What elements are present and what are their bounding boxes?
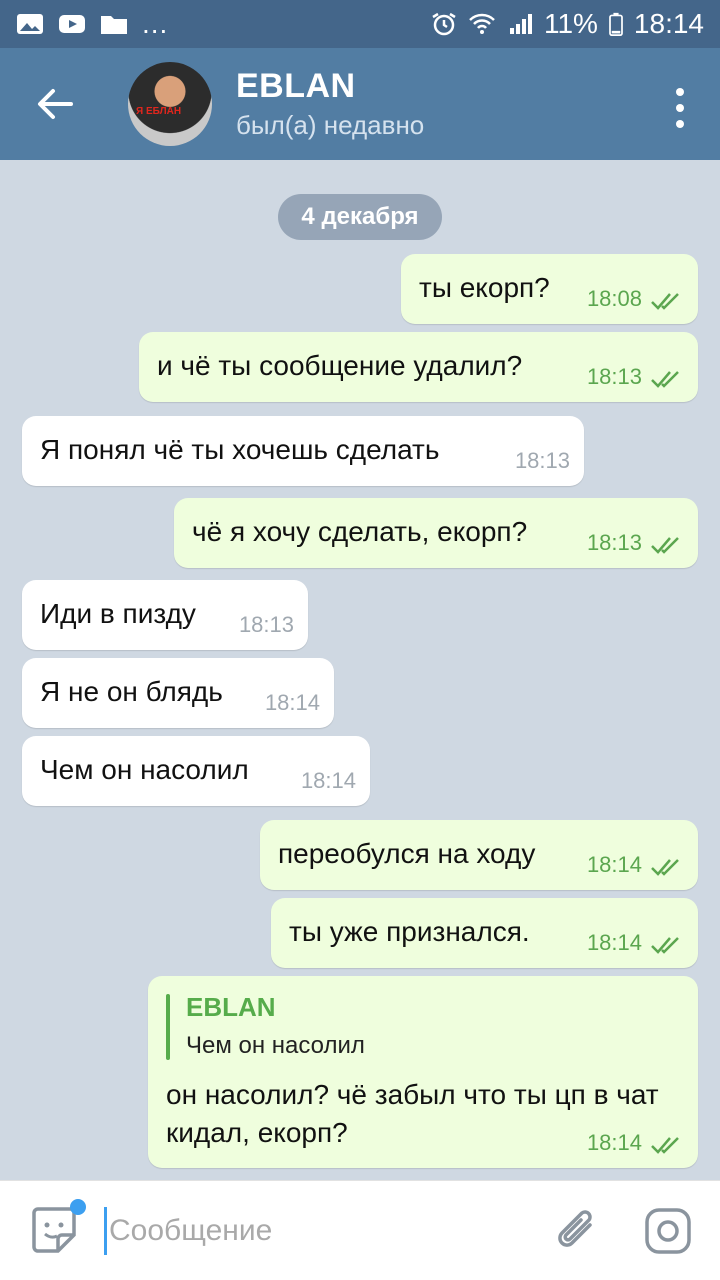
youtube-icon xyxy=(59,15,85,33)
signal-icon xyxy=(509,14,532,34)
chat-header: Я ЕБЛАН EBLAN был(а) недавно xyxy=(0,48,720,160)
message-time: 18:14 xyxy=(586,930,642,955)
message-time: 18:08 xyxy=(586,286,642,311)
incoming-message[interactable]: Я понял чё ты хочешь сделать 18:13 xyxy=(22,416,584,486)
message-text: и чё ты сообщение удалил? xyxy=(157,350,523,381)
double-check-icon xyxy=(651,937,679,954)
battery-icon xyxy=(609,12,623,36)
message-text: переобулся на ходу xyxy=(278,838,536,869)
message-text: Чем он насолил xyxy=(40,754,249,785)
reply-accent-bar xyxy=(166,994,170,1060)
double-check-icon xyxy=(651,859,679,876)
date-separator: 4 декабря xyxy=(278,194,442,240)
gallery-icon xyxy=(17,14,43,34)
avatar-caption: Я ЕБЛАН xyxy=(136,106,182,117)
message-text: ты уже признался. xyxy=(289,916,530,947)
message-text: Иди в пизду xyxy=(40,598,196,629)
sticker-button[interactable] xyxy=(26,1198,86,1259)
status-bar: ... 11% 18:14 xyxy=(0,0,720,48)
folder-icon xyxy=(101,16,127,34)
more-dot xyxy=(676,120,684,128)
double-check-icon xyxy=(651,1137,679,1154)
outgoing-message[interactable]: и чё ты сообщение удалил? 18:13 xyxy=(139,332,698,402)
incoming-message[interactable]: Чем он насолил 18:14 xyxy=(22,736,370,806)
alarm-icon xyxy=(432,12,456,36)
reply-quote[interactable]: Чем он насолил xyxy=(186,1032,365,1060)
arrow-left-icon xyxy=(38,89,73,119)
paperclip-icon[interactable] xyxy=(552,1203,602,1259)
message-list[interactable]: 4 декабря ты екорп? 18:08 и чё ты сообще… xyxy=(0,160,720,1180)
chat-title-area[interactable]: EBLAN был(а) недавно xyxy=(236,67,424,141)
more-options-button[interactable] xyxy=(670,88,690,128)
outgoing-message[interactable]: ты екорп? 18:08 xyxy=(401,254,698,324)
chat-title: EBLAN xyxy=(236,67,356,105)
more-dot xyxy=(676,88,684,96)
more-dot xyxy=(676,104,684,112)
message-time: 18:14 xyxy=(300,768,356,793)
outgoing-message[interactable]: ты уже признался. 18:14 xyxy=(271,898,698,968)
outgoing-message[interactable]: переобулся на ходу 18:14 xyxy=(260,820,698,890)
double-check-icon xyxy=(651,537,679,554)
reply-author[interactable]: EBLAN xyxy=(186,992,276,1023)
clock: 18:14 xyxy=(633,8,704,39)
message-text: чё я хочу сделать, екорп? xyxy=(192,516,528,547)
double-check-icon xyxy=(651,293,679,310)
outgoing-message[interactable]: чё я хочу сделать, екорп? 18:13 xyxy=(174,498,698,568)
battery-percent: 11% xyxy=(543,8,598,39)
message-time: 18:14 xyxy=(264,690,320,715)
message-input[interactable] xyxy=(109,1213,509,1248)
back-button[interactable] xyxy=(0,48,110,160)
message-text: Я понял чё ты хочешь сделать xyxy=(40,434,440,465)
incoming-message[interactable]: Иди в пизду 18:13 xyxy=(22,580,308,650)
avatar[interactable]: Я ЕБЛАН xyxy=(128,62,212,146)
camera-icon[interactable] xyxy=(644,1207,692,1255)
wifi-icon xyxy=(469,13,495,34)
message-time: 18:14 xyxy=(586,1130,642,1155)
notification-overflow: ... xyxy=(142,8,169,39)
double-check-icon xyxy=(651,371,679,388)
message-time: 18:13 xyxy=(238,612,294,637)
message-text: Я не он блядь xyxy=(40,676,223,707)
message-time: 18:13 xyxy=(586,364,642,389)
last-seen-status: был(а) недавно xyxy=(236,110,425,140)
incoming-message[interactable]: Я не он блядь 18:14 xyxy=(22,658,334,728)
outgoing-reply-message[interactable]: EBLAN Чем он насолил он насолил? чё забы… xyxy=(148,976,698,1168)
text-cursor xyxy=(104,1206,107,1255)
message-time: 18:14 xyxy=(586,852,642,877)
message-time: 18:13 xyxy=(586,530,642,555)
message-text: ты екорп? xyxy=(419,272,550,303)
notification-dot xyxy=(70,1198,86,1215)
message-composer xyxy=(0,1180,720,1280)
message-time: 18:13 xyxy=(514,448,570,473)
